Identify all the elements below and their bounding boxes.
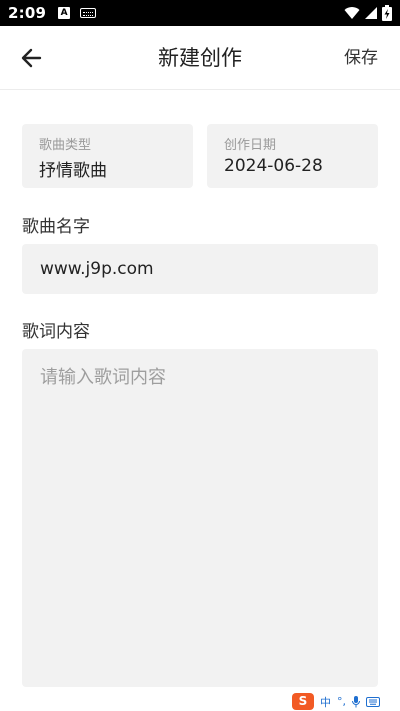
song-type-selector[interactable]: 歌曲类型 抒情歌曲: [22, 124, 193, 188]
lyrics-label: 歌词内容: [22, 322, 90, 342]
status-left-icons: A: [58, 7, 97, 19]
wifi-icon: [344, 7, 360, 20]
keyboard-icon[interactable]: [366, 696, 380, 707]
created-date-picker[interactable]: 创作日期 2024-06-28: [207, 124, 378, 188]
microphone-icon[interactable]: [352, 695, 360, 708]
created-date-label: 创作日期: [224, 138, 277, 153]
battery-charging-icon: [382, 5, 392, 21]
song-name-input[interactable]: www.j9p.com: [22, 244, 378, 294]
ime-toolbar: S 中 °,: [292, 692, 400, 711]
signal-icon: [365, 7, 377, 19]
lyrics-placeholder: 请输入歌词内容: [40, 367, 166, 388]
song-type-value: 抒情歌曲: [39, 161, 107, 181]
app-bar: 新建创作 保存: [0, 26, 400, 90]
save-button[interactable]: 保存: [344, 26, 378, 90]
created-date-value: 2024-06-28: [224, 156, 323, 176]
back-button[interactable]: [16, 44, 48, 72]
status-bar: 2:09 A: [0, 0, 400, 26]
status-time: 2:09: [8, 4, 47, 22]
song-name-label: 歌曲名字: [22, 217, 90, 237]
notification-a-icon: A: [58, 7, 71, 19]
arrow-left-icon: [21, 48, 42, 68]
punctuation-icon[interactable]: °,: [337, 695, 346, 708]
ime-mode-toggle[interactable]: 中: [320, 694, 331, 710]
page-title: 新建创作: [158, 46, 242, 70]
lyrics-textarea[interactable]: 请输入歌词内容: [22, 349, 378, 687]
keyboard-icon: [80, 8, 97, 18]
status-right-icons: [344, 5, 392, 21]
ime-logo[interactable]: S: [292, 693, 314, 710]
song-type-label: 歌曲类型: [39, 138, 92, 153]
